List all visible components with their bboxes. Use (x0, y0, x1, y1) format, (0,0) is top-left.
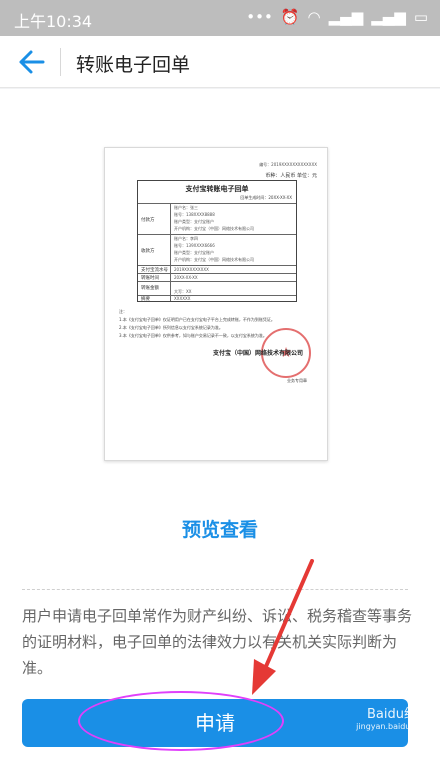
table-divider (170, 203, 171, 301)
page-title: 转账电子回单 (76, 54, 191, 76)
receipt-currency: 币种：人民币 单位：元 (265, 173, 317, 179)
table-divider (138, 203, 296, 204)
highlight-ellipse (78, 691, 284, 751)
table-divider (138, 273, 296, 274)
back-arrow-icon[interactable] (18, 49, 46, 75)
receipt-serial: 编号：2019XXXXXXXXXXXXX (259, 162, 317, 167)
baidu-watermark: Baidu经验 jingyan.baidu.com (356, 703, 430, 731)
table-divider (138, 295, 296, 296)
status-icons: ••• ⏰ ◠ ▂▄▆ ▂▄▆ ▭ (246, 8, 428, 26)
navigation-bar: 转账电子回单 (0, 36, 440, 88)
payee-line: 账户类型：支付宝账户 (174, 250, 214, 255)
table-divider (138, 234, 296, 235)
table-divider (138, 265, 296, 266)
memo-label: 摘要 (141, 297, 150, 302)
receipt-note: 1.本《支付宝电子回单》仅证明用户已在支付宝电子平台上完成转账，不作为到账凭证。 (119, 317, 275, 322)
annotation-arrow-icon (252, 559, 314, 695)
receipt-title: 支付宝转账电子回单 (185, 185, 249, 193)
receipt-company: 支付宝（中国）网络技术有限公司 (212, 350, 303, 357)
payer-line: 账户名：张三 (174, 205, 198, 210)
payer-line: 开户机构：支付宝（中国）网络技术有限公司 (174, 226, 254, 231)
payer-line: 账号：138XXXX8888 (174, 212, 215, 217)
memo-value: XXXXXX (174, 296, 191, 301)
trade-value: 2019XXXXXXXXX (174, 267, 209, 272)
receipt-note: 注： (119, 309, 127, 314)
receipt-stamp-note: 业务专用章 (287, 378, 307, 383)
battery-icon: ▭ (413, 8, 428, 26)
wifi-icon: ◠ (307, 8, 321, 26)
signal-icon: ▂▄▆ (328, 8, 364, 26)
status-time: 上午10:34 (14, 12, 93, 31)
watermark-sub: jingyan.baidu.com (356, 722, 430, 731)
more-icon: ••• (246, 8, 273, 26)
description-text: 用户申请电子回单常作为财产纠纷、诉讼、税务稽查等事务的证明材料，电子回单的法律效… (22, 607, 413, 677)
preview-link[interactable]: 预览查看 (0, 515, 440, 542)
payee-label: 收款方 (141, 249, 155, 254)
status-bar: 上午10:34 ••• ⏰ ◠ ▂▄▆ ▂▄▆ ▭ (0, 0, 440, 36)
dashed-divider (22, 589, 408, 590)
payer-label: 付款方 (141, 218, 155, 223)
signal-icon-2: ▂▄▆ (371, 8, 406, 26)
payee-line: 账号：139XXXX6666 (174, 243, 215, 248)
payee-line: 账户名：李四 (174, 236, 198, 241)
payee-line: 开户机构：支付宝（中国）网络技术有限公司 (174, 257, 254, 262)
receipt-table: 支付宝转账电子回单 回单生成时间：20XX-XX-XX 付款方 账户名：张三 账… (137, 180, 297, 302)
amount-label: 转账金额 (141, 286, 159, 291)
alarm-icon: ⏰ (280, 8, 300, 26)
receipt-preview-image[interactable]: 编号：2019XXXXXXXXXXXXX 币种：人民币 单位：元 支付宝转账电子… (104, 147, 328, 461)
payer-line: 账户类型：支付宝账户 (174, 219, 214, 224)
watermark-main: Baidu经验 (367, 707, 430, 722)
nav-divider (60, 48, 61, 76)
main-content: 编号：2019XXXXXXXXXXXXX 币种：人民币 单位：元 支付宝转账电子… (0, 89, 440, 760)
receipt-date: 回单生成时间：20XX-XX-XX (240, 195, 292, 200)
time-value: 20XX-XX-XX (174, 275, 198, 280)
table-divider (138, 281, 296, 282)
